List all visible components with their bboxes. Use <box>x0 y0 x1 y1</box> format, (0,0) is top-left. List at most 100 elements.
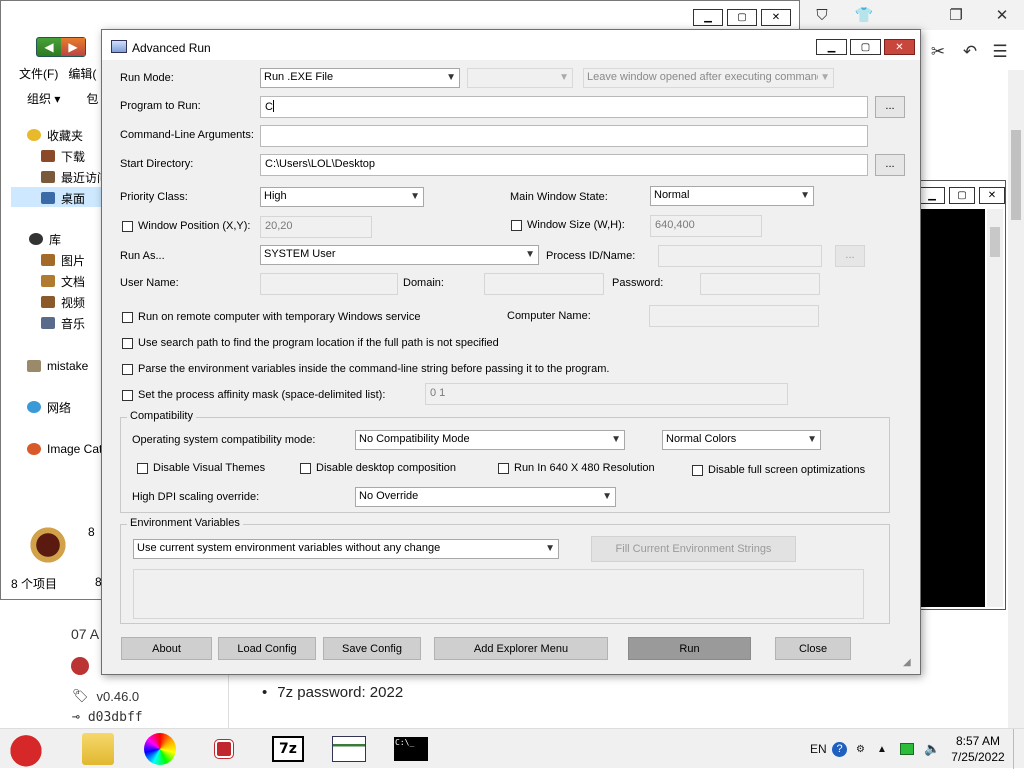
tree-item-recent[interactable]: 最近访问 <box>41 167 109 187</box>
tree-item-library[interactable]: 库 <box>29 229 61 249</box>
fill-env-button[interactable]: Fill Current Environment Strings <box>591 536 796 562</box>
tree-item-favorites[interactable]: 收藏夹 <box>27 125 83 145</box>
menu-file[interactable]: 文件(F) <box>19 65 58 82</box>
parse-env-checkbox[interactable]: Parse the environment variables inside t… <box>122 363 609 375</box>
advanced-run-window[interactable]: Advanced Run ▁ ▢ ✕ Run Mode: Run .EXE Fi… <box>101 29 921 675</box>
maximize-button[interactable]: ▢ <box>850 39 881 55</box>
title-bar[interactable]: Advanced Run ▁ ▢ ✕ <box>102 30 920 60</box>
volume-icon[interactable]: 🔈 <box>924 729 940 769</box>
language-indicator[interactable]: EN <box>810 729 827 769</box>
shirt-icon[interactable]: 👕 <box>852 4 876 26</box>
restore-icon[interactable]: ❐ <box>944 4 968 26</box>
cmd-icon[interactable]: C:\_ <box>394 737 428 761</box>
tree-item-network[interactable]: 网络 <box>27 397 71 417</box>
affinity-input[interactable]: 0 1 <box>425 383 788 405</box>
tree-item-pictures[interactable]: 图片 <box>41 250 85 270</box>
scrollbar-thumb[interactable] <box>990 227 1000 257</box>
run-mode-select[interactable]: Run .EXE File ▼ <box>260 68 460 88</box>
close-dialog-button[interactable]: Close <box>775 637 851 660</box>
avatar[interactable] <box>71 657 89 675</box>
computer-name-input[interactable] <box>649 305 819 327</box>
window-position-checkbox[interactable]: Window Position (X,Y): <box>122 220 250 232</box>
add-explorer-menu-button[interactable]: Add Explorer Menu <box>434 637 608 660</box>
window-position-input[interactable]: 20,20 <box>260 216 372 238</box>
tree-item-desktop[interactable]: 桌面 <box>41 188 85 208</box>
clock[interactable]: 8:57 AM 7/25/2022 <box>946 733 1010 765</box>
tree-item-videos[interactable]: 视频 <box>41 292 85 312</box>
minimize-button[interactable]: ▁ <box>816 39 847 55</box>
load-config-button[interactable]: Load Config <box>218 637 316 660</box>
back-icon[interactable]: ◀ <box>37 38 61 56</box>
disable-fullscreen-checkbox[interactable]: Disable full screen optimizations <box>692 464 865 476</box>
search-path-checkbox[interactable]: Use search path to find the program loca… <box>122 337 499 349</box>
process-input[interactable] <box>658 245 822 267</box>
browse-process-button[interactable]: ... <box>835 245 865 267</box>
7zip-icon[interactable]: 7z <box>272 736 304 762</box>
minimize-button[interactable]: ▁ <box>919 187 945 204</box>
forward-icon[interactable]: ▶ <box>61 38 85 56</box>
password-input[interactable] <box>700 273 820 295</box>
shield-app-icon[interactable] <box>208 733 240 765</box>
run-as-select[interactable]: SYSTEM User ▼ <box>260 245 539 265</box>
priority-select[interactable]: High ▼ <box>260 187 424 207</box>
resize-grip-icon[interactable]: ◢ <box>903 657 911 668</box>
console-screen[interactable] <box>919 209 985 607</box>
about-button[interactable]: About <box>121 637 212 660</box>
angry-bird-icon[interactable] <box>6 731 46 767</box>
tree-item-documents[interactable]: 文档 <box>41 271 85 291</box>
close-button[interactable]: ✕ <box>979 187 1005 204</box>
browse-program-button[interactable]: ... <box>875 96 905 118</box>
remote-computer-checkbox[interactable]: Run on remote computer with temporary Wi… <box>122 311 420 323</box>
disable-themes-checkbox[interactable]: Disable Visual Themes <box>137 462 265 474</box>
close-button[interactable]: ✕ <box>884 39 915 55</box>
domain-input[interactable] <box>484 273 604 295</box>
startdir-input[interactable]: C:\Users\LOL\Desktop <box>260 154 868 176</box>
show-desktop-button[interactable] <box>1013 729 1024 769</box>
window-size-checkbox[interactable]: Window Size (W,H): <box>511 219 625 231</box>
maximize-button[interactable]: ▢ <box>949 187 975 204</box>
close-icon[interactable]: ✕ <box>990 4 1014 26</box>
commit-hash[interactable]: ⊸ d03dbff <box>72 710 143 725</box>
browser-scrollbar[interactable] <box>1008 70 1024 730</box>
folder-icon[interactable] <box>82 733 114 765</box>
maximize-button[interactable]: ▢ <box>727 9 757 26</box>
tree-item-image-cat[interactable]: Image Cat <box>27 439 102 459</box>
tree-item-downloads[interactable]: 下载 <box>41 146 85 166</box>
program-input[interactable]: C <box>260 96 868 118</box>
tree-item-music[interactable]: 音乐 <box>41 313 85 333</box>
colors-select[interactable]: Normal Colors ▼ <box>662 430 821 450</box>
shield-icon[interactable]: ⛉ <box>810 4 834 26</box>
disable-composition-checkbox[interactable]: Disable desktop composition <box>300 462 456 474</box>
affinity-checkbox[interactable]: Set the process affinity mask (space-del… <box>122 389 385 401</box>
save-config-button[interactable]: Save Config <box>323 637 421 660</box>
window-size-input[interactable]: 640,400 <box>650 215 762 237</box>
window-state-select[interactable]: Normal ▼ <box>650 186 814 206</box>
help-icon[interactable]: ? <box>832 729 847 769</box>
run-mode-extra-select[interactable]: ▼ <box>467 68 573 88</box>
file-thumbnail[interactable] <box>29 523 67 563</box>
run-640-checkbox[interactable]: Run In 640 X 480 Resolution <box>498 462 655 474</box>
nav-buttons[interactable]: ◀ ▶ <box>36 37 86 57</box>
menu-icon[interactable]: ☰ <box>988 40 1012 64</box>
cmdline-input[interactable] <box>260 125 868 147</box>
battery-icon[interactable] <box>900 729 914 769</box>
undo-icon[interactable]: ↶ <box>958 40 982 64</box>
browse-startdir-button[interactable]: ... <box>875 154 905 176</box>
env-mode-select[interactable]: Use current system environment variables… <box>133 539 559 559</box>
scissors-icon[interactable]: ✂ <box>926 40 950 64</box>
console-window[interactable]: ▁ ▢ ✕ <box>914 180 1006 610</box>
chevron-up-icon[interactable]: ▲ <box>877 729 887 769</box>
dpi-select[interactable]: No Override ▼ <box>355 487 616 507</box>
tree-item-mistake[interactable]: mistake <box>27 356 88 376</box>
scrollbar-thumb[interactable] <box>1011 130 1021 220</box>
menu-edit[interactable]: 编辑( <box>68 65 96 82</box>
os-compat-select[interactable]: No Compatibility Mode ▼ <box>355 430 625 450</box>
env-strings-textarea[interactable] <box>133 569 864 619</box>
console-scrollbar[interactable] <box>987 209 1003 607</box>
close-button[interactable]: ✕ <box>761 9 791 26</box>
tray-settings-icon[interactable]: ⚙ <box>856 729 865 769</box>
user-name-input[interactable] <box>260 273 398 295</box>
organize-button[interactable]: 组织 ▾ 包 <box>27 90 98 107</box>
advancedrun-icon[interactable] <box>332 736 366 762</box>
minimize-button[interactable]: ▁ <box>693 9 723 26</box>
